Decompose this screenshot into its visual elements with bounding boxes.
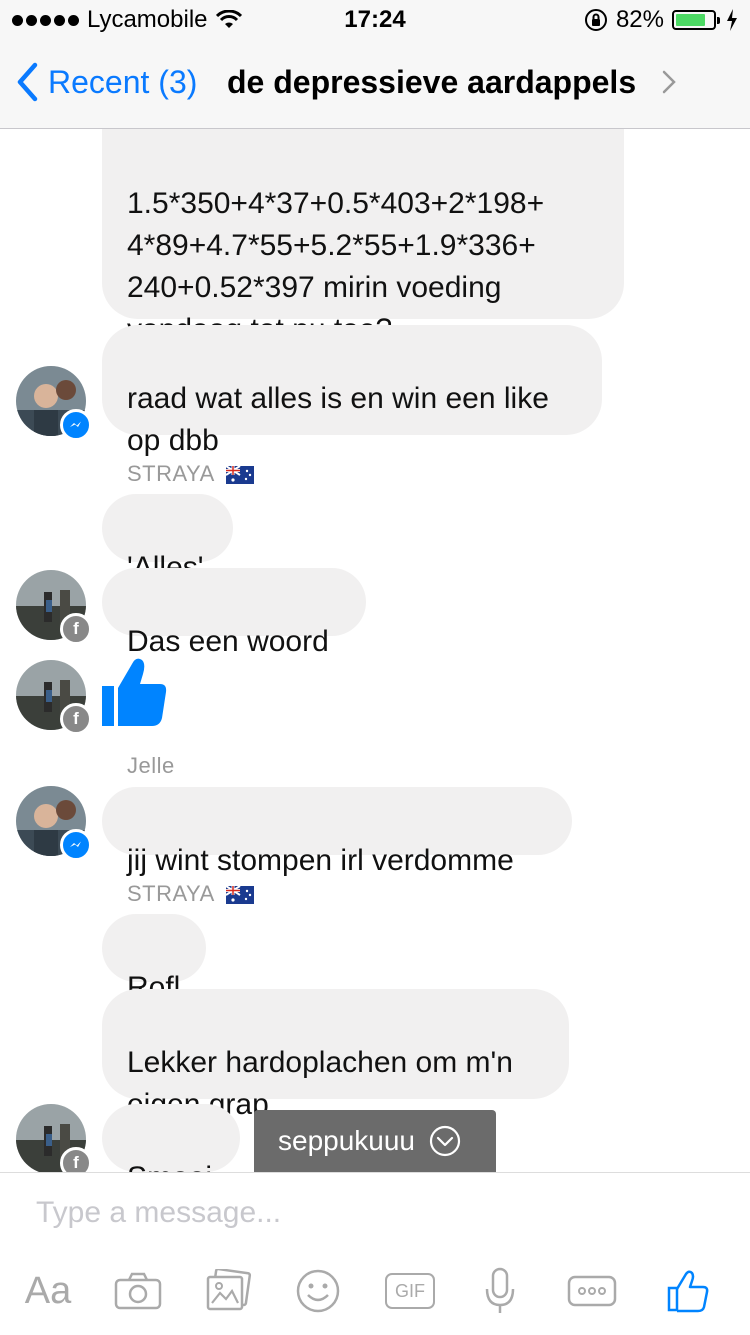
chevron-right-icon[interactable] xyxy=(662,70,676,94)
tooltip-label: seppukuuu xyxy=(278,1125,416,1156)
microphone-button[interactable] xyxy=(470,1261,530,1321)
camera-button[interactable] xyxy=(108,1261,168,1321)
facebook-badge-icon: f xyxy=(60,703,92,735)
messenger-badge-icon xyxy=(60,829,92,861)
message-bubble[interactable]: raad wat alles is en win een like op dbb xyxy=(102,325,602,457)
more-icon xyxy=(567,1275,617,1307)
text-tool-button[interactable]: Aa xyxy=(18,1261,78,1321)
send-like-button[interactable] xyxy=(658,1261,718,1321)
message-text: raad wat alles is en win een like op dbb xyxy=(127,382,549,457)
photo-gallery-icon xyxy=(206,1269,252,1311)
battery-icon xyxy=(672,10,720,30)
microphone-icon xyxy=(485,1267,515,1313)
message-bubble[interactable]: Smooi xyxy=(102,1104,240,1172)
emoji-icon xyxy=(296,1269,340,1313)
gif-label: GIF xyxy=(395,1280,425,1301)
message-bubble[interactable]: Das een woord xyxy=(102,568,366,658)
message-bubble[interactable]: 'Alles' xyxy=(102,494,233,584)
sender-name: STRAYA xyxy=(127,461,255,487)
text-tool-label: Aa xyxy=(24,1269,72,1312)
conversation-title[interactable]: de depressieve aardappels xyxy=(227,64,636,101)
message-input[interactable] xyxy=(34,1195,718,1231)
facebook-badge-icon: f xyxy=(60,613,92,645)
message-text: 1.5*350+4*37+0.5*403+2*198+ 4*89+4.7*55+… xyxy=(127,187,545,346)
sender-name: Jelle xyxy=(127,753,175,778)
composer-toolbar: Aa GIF xyxy=(0,1261,750,1321)
thumbs-up-icon xyxy=(667,1270,709,1313)
orientation-lock-icon xyxy=(584,9,607,31)
thumbs-up-icon[interactable] xyxy=(100,656,168,728)
message-bubble[interactable]: 1.5*350+4*37+0.5*403+2*198+ 4*89+4.7*55+… xyxy=(102,129,624,346)
navigation-bar: Recent (3) de depressieve aardappels xyxy=(0,40,750,129)
gif-button[interactable]: GIF xyxy=(380,1261,440,1321)
battery-fill xyxy=(676,14,705,26)
australia-flag-icon xyxy=(226,466,255,485)
status-right: 82% xyxy=(584,6,738,34)
back-label: Recent (3) xyxy=(48,63,198,100)
facebook-badge-icon: f xyxy=(60,1147,92,1172)
charging-bolt-icon xyxy=(727,9,737,31)
message-bubble[interactable]: Lekker hardoplachen om m'n eigen grap xyxy=(102,989,569,1121)
new-message-tooltip[interactable]: seppukuuu xyxy=(254,1110,496,1172)
message-text: Smooi xyxy=(127,1161,212,1172)
gif-icon: GIF xyxy=(385,1273,435,1309)
sender-name: STRAYA xyxy=(127,881,255,907)
australia-flag-icon xyxy=(226,886,255,905)
message-text: Das een woord xyxy=(127,625,329,658)
emoji-button[interactable] xyxy=(288,1261,348,1321)
more-button[interactable] xyxy=(562,1261,622,1321)
back-button[interactable]: Recent (3) xyxy=(16,62,197,102)
message-thread[interactable]: 1.5*350+4*37+0.5*403+2*198+ 4*89+4.7*55+… xyxy=(0,129,750,1172)
message-bubble[interactable]: jij wint stompen irl verdomme xyxy=(102,787,572,877)
message-bubble[interactable]: Rofl xyxy=(102,914,206,1004)
messenger-badge-icon xyxy=(60,409,92,441)
chevron-down-circle-icon xyxy=(429,1125,461,1157)
camera-icon xyxy=(114,1272,162,1310)
composer: Aa GIF xyxy=(0,1172,750,1335)
photos-button[interactable] xyxy=(198,1261,258,1321)
chevron-left-icon xyxy=(17,62,38,102)
status-bar: Lycamobile 17:24 82% xyxy=(0,0,750,40)
battery-percent: 82% xyxy=(615,6,664,33)
message-text: jij wint stompen irl verdomme xyxy=(127,844,514,877)
